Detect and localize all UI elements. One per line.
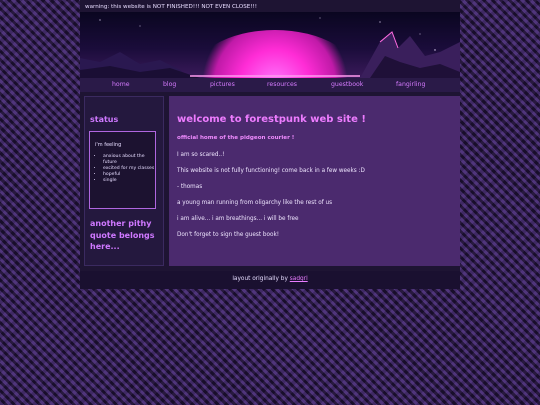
feeling-item: anxious about the future <box>103 154 157 166</box>
status-sidebar: status i'm feeling anxious about the fut… <box>84 96 164 266</box>
header-banner <box>80 12 460 78</box>
feeling-list: anxious about the future excited for my … <box>95 154 157 184</box>
paragraph: This website is not fully functioning! c… <box>177 168 365 174</box>
nav-resources[interactable]: resources <box>267 81 297 88</box>
paragraph: a young man running from oligarchy like … <box>177 200 333 206</box>
paragraph: I am so scared..! <box>177 152 225 158</box>
footer-author-link[interactable]: sadgrl <box>290 276 308 282</box>
nav-pictures[interactable]: pictures <box>210 81 235 88</box>
sidebar-quote: another pithy quote belongs here... <box>90 219 155 251</box>
footer: layout originally by sadgrl <box>80 271 460 289</box>
page-title: welcome to forestpunk web site ! <box>177 114 366 125</box>
banner-mountains <box>80 17 460 78</box>
main-nav: home blog pictures resources guestbook f… <box>80 78 460 92</box>
status-title: status <box>90 115 119 124</box>
paragraph: - thomas <box>177 184 203 190</box>
footer-credit: layout originally by sadgrl <box>80 276 460 282</box>
feeling-item: single <box>103 178 157 184</box>
nav-fangirling[interactable]: fangirling <box>396 81 425 88</box>
nav-blog[interactable]: blog <box>163 81 176 88</box>
paragraph: Don't forget to sign the guest book! <box>177 232 280 238</box>
feeling-box: i'm feeling anxious about the future exc… <box>89 131 156 209</box>
main-content: welcome to forestpunk web site ! officia… <box>169 96 460 266</box>
page-subtitle: official home of the pidgeon courier ! <box>177 135 295 141</box>
feeling-label: i'm feeling <box>95 142 122 148</box>
paragraph: i am alive... i am breathings... i will … <box>177 216 299 222</box>
nav-guestbook[interactable]: guestbook <box>331 81 363 88</box>
footer-prefix: layout originally by <box>232 276 288 282</box>
warning-text: warning: this website is NOT FINISHED!!!… <box>85 4 258 10</box>
nav-home[interactable]: home <box>112 81 130 88</box>
